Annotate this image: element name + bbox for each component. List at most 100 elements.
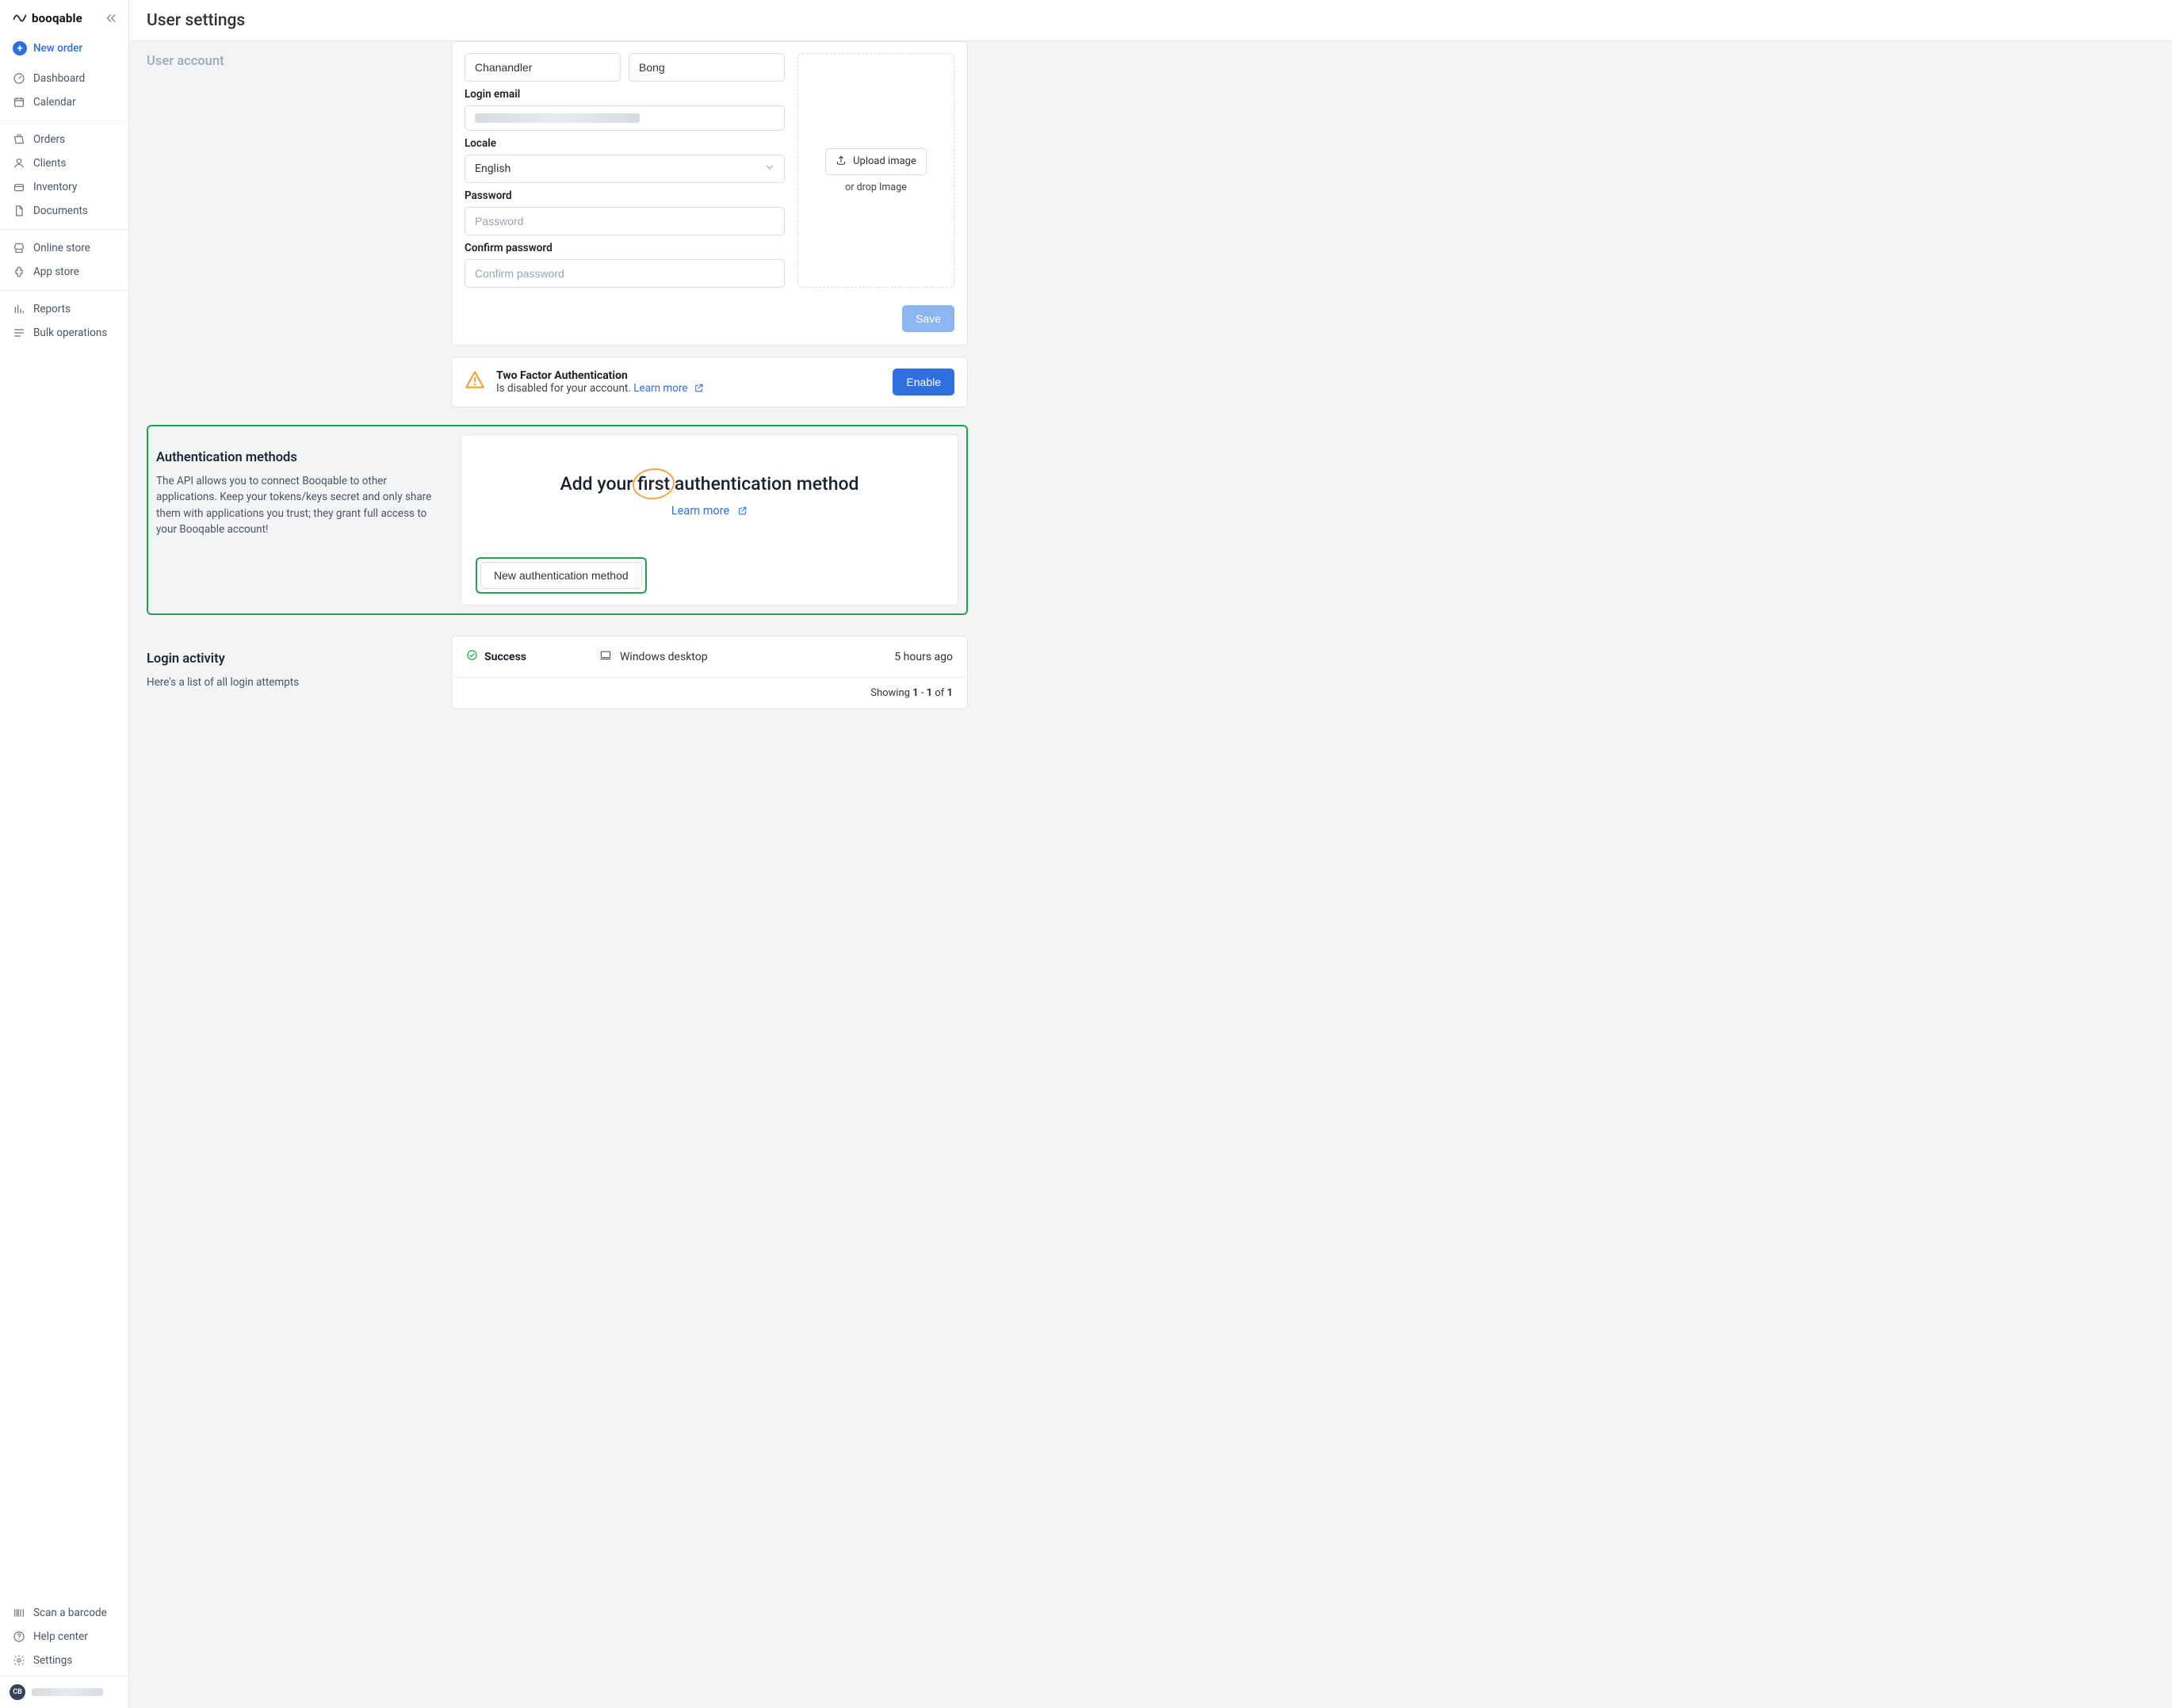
- password-input[interactable]: [465, 207, 785, 235]
- sidebar-item-dashboard[interactable]: Dashboard: [0, 67, 128, 90]
- inventory-icon: [13, 181, 25, 193]
- barcode-icon: [13, 1607, 25, 1619]
- login-activity-section-title: Login activity: [147, 651, 432, 667]
- sidebar-item-online-store[interactable]: Online store: [0, 236, 128, 260]
- sidebar-item-label: Inventory: [33, 181, 77, 193]
- sidebar-item-label: Calendar: [33, 96, 76, 109]
- login-status: Success: [466, 649, 526, 664]
- enable-tfa-button[interactable]: Enable: [893, 369, 954, 395]
- image-upload-dropzone[interactable]: Upload image or drop Image: [797, 53, 954, 288]
- store-icon: [13, 242, 25, 254]
- tfa-learn-more-label: Learn more: [633, 382, 687, 395]
- login-footer-of: of: [932, 687, 946, 699]
- brand-name: booqable: [32, 11, 82, 25]
- sidebar-item-inventory[interactable]: Inventory: [0, 175, 128, 199]
- sidebar-user-name-blurred: [32, 1688, 103, 1696]
- gear-icon: [13, 1654, 25, 1667]
- locale-select[interactable]: English: [465, 155, 785, 183]
- confirm-password-label: Confirm password: [465, 242, 785, 254]
- desktop-icon: [599, 649, 612, 664]
- auth-methods-section-desc: The API allows you to connect Booqable t…: [156, 473, 442, 537]
- user-account-section-title: User account: [147, 54, 432, 69]
- upload-icon: [836, 155, 847, 169]
- sidebar-item-reports[interactable]: Reports: [0, 297, 128, 321]
- new-auth-method-highlight: New authentication method: [476, 557, 647, 594]
- enable-tfa-label: Enable: [906, 376, 941, 388]
- login-footer-dash: -: [919, 687, 927, 699]
- new-order-label: New order: [33, 42, 82, 55]
- upload-image-label: Upload image: [853, 155, 916, 167]
- tfa-subtitle: Is disabled for your account. Learn more: [496, 382, 704, 395]
- brand[interactable]: booqable: [13, 11, 82, 25]
- confirm-password-input[interactable]: [465, 259, 785, 288]
- new-order-button[interactable]: + New order: [0, 36, 128, 63]
- login-email-field[interactable]: [465, 105, 785, 131]
- new-auth-method-button[interactable]: New authentication method: [480, 562, 642, 589]
- two-factor-card: Two Factor Authentication Is disabled fo…: [451, 357, 968, 407]
- auth-methods-card: Add your first authentication method Lea…: [461, 434, 958, 606]
- sidebar-collapse-button[interactable]: [105, 12, 117, 25]
- sidebar-item-label: Orders: [33, 133, 65, 146]
- new-auth-method-label: New authentication method: [494, 569, 629, 582]
- upload-image-button[interactable]: Upload image: [825, 148, 927, 175]
- sidebar-item-label: App store: [33, 266, 79, 278]
- save-button-label: Save: [916, 312, 941, 325]
- reports-icon: [13, 303, 25, 315]
- calendar-icon: [13, 96, 25, 109]
- user-account-card: Login email Locale English: [451, 41, 968, 346]
- upload-image-hint: or drop Image: [845, 181, 907, 193]
- save-button[interactable]: Save: [902, 305, 954, 332]
- sidebar-item-settings[interactable]: Settings: [0, 1649, 128, 1672]
- sidebar-item-documents[interactable]: Documents: [0, 199, 128, 223]
- login-status-label: Success: [484, 651, 526, 663]
- login-time: 5 hours ago: [894, 651, 953, 663]
- last-name-input[interactable]: [629, 53, 785, 82]
- first-name-input[interactable]: [465, 53, 621, 82]
- brand-logo-icon: [13, 11, 27, 25]
- login-email-label: Login email: [465, 88, 785, 101]
- bulk-icon: [13, 327, 25, 339]
- auth-headline-before: Add your: [560, 473, 637, 495]
- sidebar-item-scan-barcode[interactable]: Scan a barcode: [0, 1601, 128, 1625]
- auth-headline-after: authentication method: [670, 473, 858, 495]
- sidebar-item-label: Scan a barcode: [33, 1607, 107, 1619]
- auth-methods-highlight: Authentication methods The API allows yo…: [147, 425, 968, 615]
- check-circle-icon: [466, 649, 478, 664]
- avatar: CB: [10, 1684, 25, 1700]
- topbar: User settings: [129, 0, 2172, 41]
- documents-icon: [13, 204, 25, 217]
- password-label: Password: [465, 189, 785, 202]
- sidebar-item-label: Help center: [33, 1630, 88, 1643]
- auth-methods-section-title: Authentication methods: [156, 450, 442, 465]
- orders-icon: [13, 133, 25, 146]
- sidebar-item-label: Documents: [33, 204, 88, 217]
- sidebar-item-label: Bulk operations: [33, 327, 107, 339]
- plus-icon: +: [13, 41, 27, 55]
- external-link-icon: [737, 506, 748, 516]
- locale-value: English: [475, 162, 510, 175]
- sidebar-item-label: Reports: [33, 303, 71, 315]
- login-device-label: Windows desktop: [620, 651, 708, 663]
- sidebar-item-bulk-operations[interactable]: Bulk operations: [0, 321, 128, 345]
- sidebar-item-calendar[interactable]: Calendar: [0, 90, 128, 114]
- tfa-learn-more-link[interactable]: Learn more: [633, 382, 704, 395]
- sidebar-item-label: Online store: [33, 242, 90, 254]
- auth-methods-learn-more-link[interactable]: Learn more: [671, 504, 748, 518]
- login-footer-prefix: Showing: [870, 687, 912, 699]
- login-footer-total: 1: [947, 687, 953, 699]
- warning-icon: [465, 369, 485, 393]
- login-activity-pagination: Showing 1 - 1 of 1: [452, 678, 967, 709]
- sidebar-item-label: Dashboard: [33, 72, 85, 85]
- sidebar-item-orders[interactable]: Orders: [0, 128, 128, 151]
- page-title: User settings: [147, 11, 2155, 30]
- sidebar-item-clients[interactable]: Clients: [0, 151, 128, 175]
- sidebar-user-row[interactable]: CB: [0, 1676, 128, 1708]
- auth-learn-more-label: Learn more: [671, 504, 729, 518]
- chevron-down-icon: [764, 162, 775, 176]
- auth-headline-highlight-word: first: [637, 473, 670, 495]
- login-device: Windows desktop: [599, 649, 708, 664]
- sidebar: booqable + New order Dashboard Calendar: [0, 0, 129, 1708]
- puzzle-icon: [13, 266, 25, 278]
- sidebar-item-help-center[interactable]: Help center: [0, 1625, 128, 1649]
- sidebar-item-app-store[interactable]: App store: [0, 260, 128, 284]
